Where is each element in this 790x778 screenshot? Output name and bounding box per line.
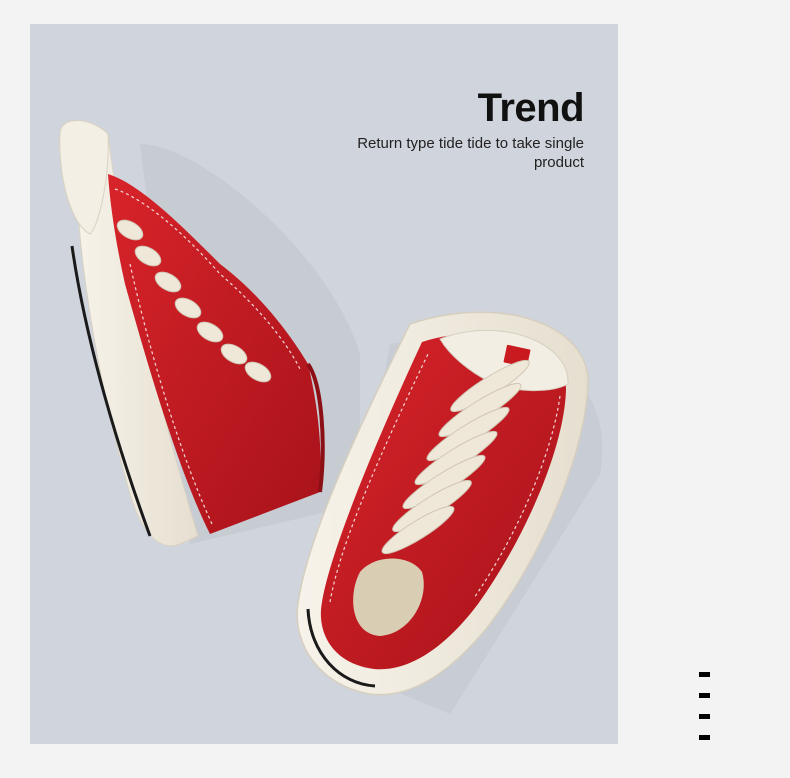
indicator-dash xyxy=(699,672,710,677)
headline: Trend xyxy=(477,86,585,130)
page-indicator xyxy=(699,672,711,756)
sneakers-photo xyxy=(59,120,603,714)
indicator-dash xyxy=(699,714,710,719)
tagline: Return type tide tide to take single pro… xyxy=(357,135,584,171)
indicator-dash xyxy=(699,735,710,740)
indicator-dash xyxy=(699,693,710,698)
product-photo-panel: Trend Return type tide tide to take sing… xyxy=(30,24,618,744)
